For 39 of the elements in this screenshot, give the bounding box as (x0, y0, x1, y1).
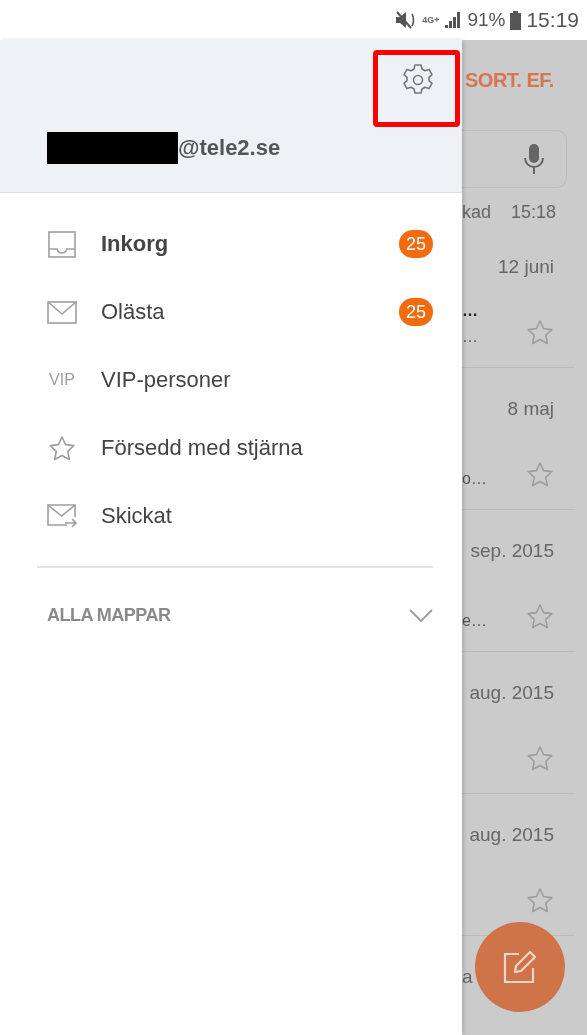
star-toggle[interactable] (526, 745, 554, 772)
vip-label: VIP (49, 371, 75, 389)
preview-text: … (462, 302, 478, 320)
star-toggle[interactable] (526, 319, 554, 346)
microphone-icon[interactable] (524, 143, 544, 175)
folder-item[interactable]: VIP VIP-personer (0, 346, 462, 414)
mail-date: a (462, 966, 473, 989)
signal-icon (444, 11, 463, 29)
star-icon (48, 434, 76, 462)
folder-item[interactable]: Försedd med stjärna (0, 414, 462, 482)
network-label: 4G+ (422, 15, 440, 25)
preview-text: … (462, 328, 478, 346)
mail-date: aug. 2015 (469, 682, 554, 705)
folder-item[interactable]: Skickat (0, 482, 462, 550)
preview-text: o… (462, 470, 487, 488)
folder-item[interactable]: Inkorg 25 (0, 210, 462, 278)
mail-date: aug. 2015 (469, 824, 554, 847)
folder-item[interactable]: Olästa 25 (0, 278, 462, 346)
envelope-arrow-icon (47, 504, 77, 528)
star-toggle[interactable] (526, 887, 554, 914)
compose-icon (503, 950, 537, 984)
battery-percent: 91% (467, 9, 506, 31)
star-toggle[interactable] (526, 603, 554, 630)
sync-time: 15:18 (510, 202, 556, 224)
mail-date: 12 juni (498, 256, 554, 279)
clock: 15:19 (526, 8, 579, 32)
all-folders-label: ALLA MAPPAR (47, 604, 171, 626)
account-email: @tele2.se (178, 135, 281, 161)
battery-icon (510, 10, 522, 30)
star-toggle[interactable] (526, 461, 554, 488)
mail-date: 8 maj (507, 398, 554, 421)
sync-status-text: kad (462, 202, 492, 224)
envelope-icon (47, 300, 77, 324)
unread-count-badge: 25 (398, 298, 433, 326)
preview-text: e… (462, 612, 487, 630)
unread-count-badge: 25 (398, 230, 433, 258)
inbox-icon (48, 230, 76, 258)
mail-date: sep. 2015 (470, 540, 554, 563)
search-field[interactable] (462, 130, 567, 188)
